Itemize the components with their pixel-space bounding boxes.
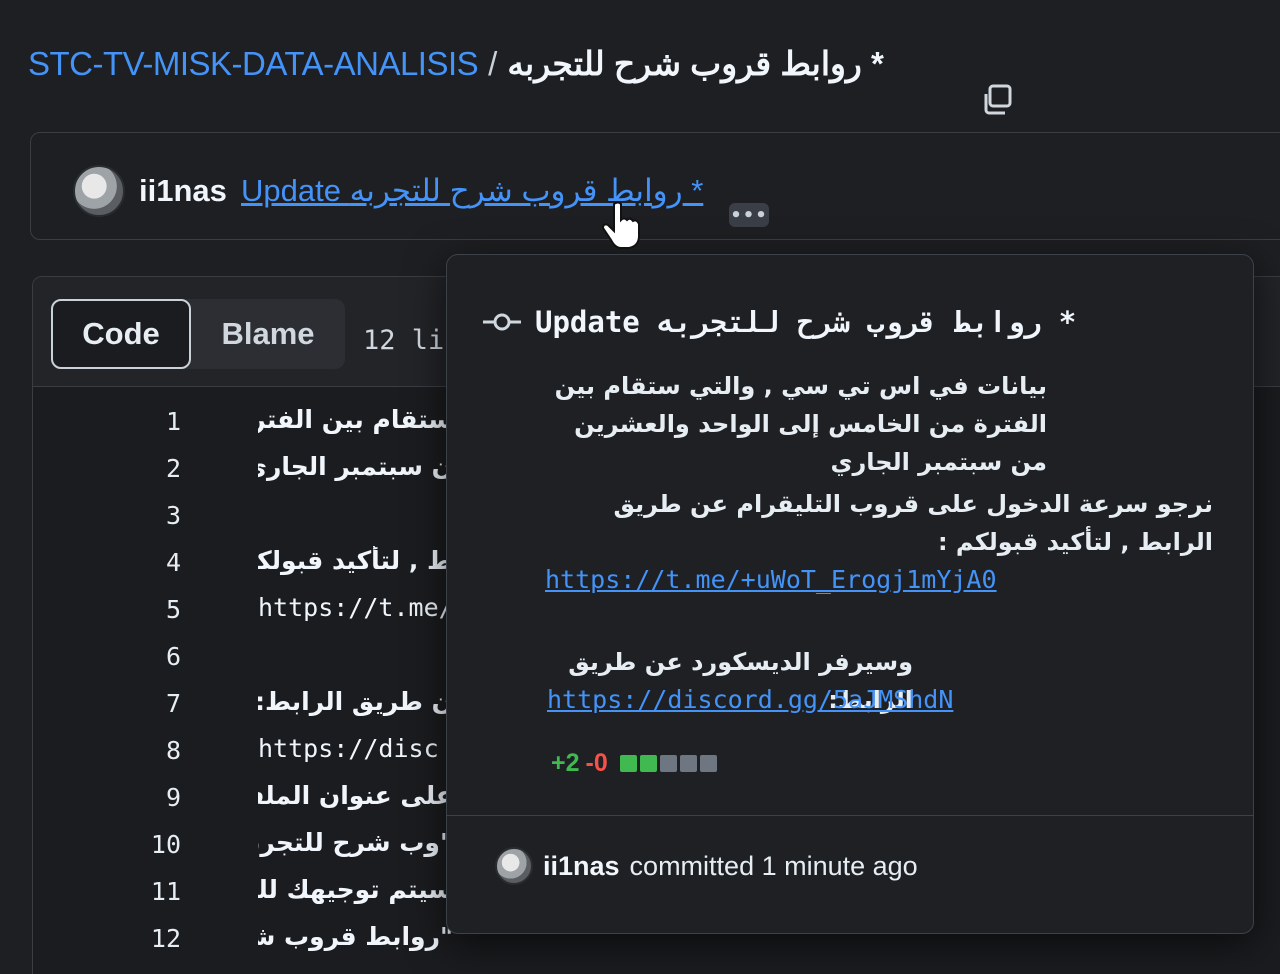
- commit-time: committed 1 minute ago: [629, 850, 918, 881]
- hand-cursor-icon: [601, 201, 640, 249]
- file-name: * روابط قروب شرح للتجربه: [507, 45, 884, 82]
- diff-block: [679, 755, 697, 772]
- line-number[interactable]: 7: [145, 689, 181, 718]
- commit-author[interactable]: ii1nas: [139, 173, 227, 209]
- popover-header: Update روابط قروب شرح للتجربه *: [483, 305, 1076, 339]
- line-content: على عنوان الملف: [258, 781, 453, 810]
- copy-icon[interactable]: [980, 82, 1016, 118]
- github-file-page: STC-TV-MISK-DATA-ANALISIS / * روابط قروب…: [0, 0, 1280, 974]
- line-number[interactable]: 6: [145, 642, 181, 671]
- code-line: 4 ط , لتأكيد قبولكم:: [33, 538, 453, 585]
- popover-footer: ii1nas committed 1 minute ago: [495, 847, 918, 885]
- line-number[interactable]: 8: [145, 736, 181, 765]
- code-line: 6: [33, 632, 453, 679]
- avatar[interactable]: [73, 165, 125, 217]
- footer-author[interactable]: ii1nas: [543, 851, 620, 882]
- code-line: 3: [33, 491, 453, 538]
- line-content: "وب شرح للتجربه: [258, 828, 453, 857]
- ellipsis-button[interactable]: •••: [729, 203, 769, 227]
- line-number[interactable]: 10: [145, 830, 181, 859]
- divider: [447, 815, 1253, 816]
- diff-blocks: [619, 755, 717, 772]
- line-content: https://disc: [258, 734, 439, 763]
- popover-paragraph-1: بيانات في اس تي سي , والتي ستقام بين الف…: [554, 372, 1047, 476]
- line-number[interactable]: 3: [145, 501, 181, 530]
- line-number[interactable]: 4: [145, 548, 181, 577]
- git-commit-icon: [483, 313, 521, 331]
- code-line: 11 سيتم توجيهك للرابط: [33, 867, 453, 914]
- additions-count: +2: [551, 749, 580, 777]
- diff-block: [699, 755, 717, 772]
- code-line: 1 ستقام بين الفترة من: [33, 397, 453, 444]
- line-number[interactable]: 12: [145, 924, 181, 953]
- code-line: 12 "روابط قروب شرح للتجربه: [33, 914, 453, 961]
- line-content: ستقام بين الفترة من: [258, 405, 453, 434]
- line-content: "روابط قروب شرح للتجربه: [258, 922, 453, 951]
- code-line: 8 https://disc: [33, 726, 453, 773]
- deletions-count: -0: [585, 749, 608, 777]
- line-content: سيتم توجيهك للرابط: [258, 875, 453, 904]
- diff-block: [639, 755, 657, 772]
- code-lines: 1 ستقام بين الفترة من 2 ن سبتمبر الجاري 3 4 ط …: [33, 397, 453, 961]
- ellipsis-icon: •••: [730, 204, 768, 226]
- code-line: 9 على عنوان الملف: [33, 773, 453, 820]
- line-number[interactable]: 2: [145, 454, 181, 483]
- avatar[interactable]: [495, 847, 533, 885]
- telegram-link[interactable]: https://t.me/+uWoT_Erogj1mYjA0: [545, 565, 997, 594]
- line-number[interactable]: 1: [145, 407, 181, 436]
- code-line: 7 ن طريق الرابط:: [33, 679, 453, 726]
- code-line: 10 "وب شرح للتجربه: [33, 820, 453, 867]
- diffstat: +2 -0: [551, 749, 717, 778]
- commit-popover: Update روابط قروب شرح للتجربه * بيانات ف…: [446, 254, 1254, 934]
- line-content: ن طريق الرابط:: [258, 687, 453, 716]
- tab-blame[interactable]: Blame: [191, 299, 345, 369]
- popover-title: Update روابط قروب شرح للتجربه *: [535, 305, 1077, 339]
- code-line: 2 ن سبتمبر الجاري: [33, 444, 453, 491]
- tab-code[interactable]: Code: [51, 299, 191, 369]
- discord-link[interactable]: https://discord.gg/5aJMShdN: [547, 685, 953, 714]
- breadcrumb: STC-TV-MISK-DATA-ANALISIS / * روابط قروب…: [28, 44, 884, 83]
- line-number[interactable]: 9: [145, 783, 181, 812]
- line-number[interactable]: 5: [145, 595, 181, 624]
- line-content: ن سبتمبر الجاري: [258, 452, 453, 481]
- line-content: https://t.me/: [258, 593, 453, 622]
- popover-paragraph-2: نرجو سرعة الدخول على قروب التليقرام عن ط…: [613, 490, 1214, 556]
- view-toggle: Code Blame: [51, 299, 345, 369]
- line-number[interactable]: 11: [145, 877, 181, 906]
- diff-block: [619, 755, 637, 772]
- repo-link[interactable]: STC-TV-MISK-DATA-ANALISIS: [28, 45, 479, 83]
- breadcrumb-separator: /: [488, 44, 498, 82]
- diff-block: [659, 755, 677, 772]
- code-line: 5 https://t.me/: [33, 585, 453, 632]
- latest-commit-bar: ii1nas Update روابط قروب شرح للتجربه * •…: [30, 132, 1280, 240]
- line-content: ط , لتأكيد قبولكم:: [258, 546, 453, 575]
